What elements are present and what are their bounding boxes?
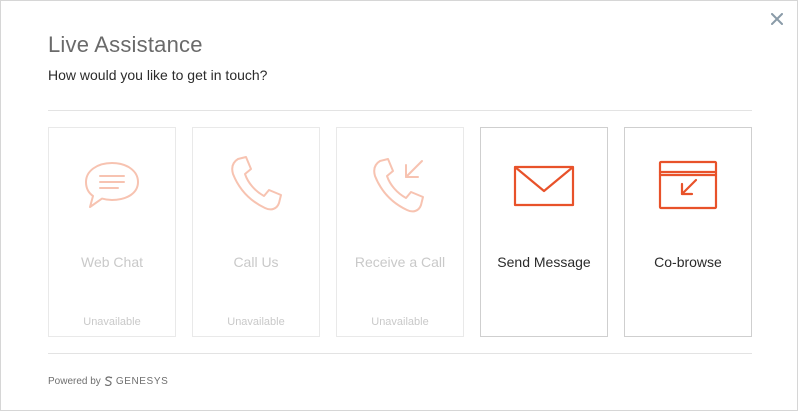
phone-icon [193,150,319,220]
contact-options: Web Chat Unavailable Call Us Unavailable [48,127,752,337]
option-web-chat: Web Chat Unavailable [48,127,176,337]
header-divider [48,110,752,111]
dialog-title: Live Assistance [48,32,203,57]
option-status: Unavailable [371,316,429,328]
option-receive-a-call: Receive a Call Unavailable [336,127,464,337]
chat-icon [49,150,175,220]
genesys-logo-icon [104,376,112,387]
option-label: Co-browse [654,254,722,270]
incoming-call-icon [337,150,463,220]
live-assistance-dialog: Live Assistance How would you like to ge… [0,0,798,411]
option-send-message[interactable]: Send Message [480,127,608,337]
close-button[interactable] [768,10,786,28]
option-label: Call Us [233,254,279,270]
footer: Powered by GENESYS [48,376,168,387]
close-icon [771,13,783,25]
option-status: Unavailable [227,316,285,328]
option-label: Receive a Call [354,254,446,270]
option-co-browse[interactable]: Co-browse [624,127,752,337]
option-call-us: Call Us Unavailable [192,127,320,337]
powered-by-label: Powered by [48,376,101,387]
brand-name: GENESYS [115,376,169,387]
option-label: Web Chat [81,254,143,270]
cobrowse-icon [625,150,751,220]
option-label: Send Message [497,254,591,270]
envelope-icon [481,150,607,220]
footer-divider [48,353,752,354]
dialog-subtitle: How would you like to get in touch? [48,67,268,83]
option-status: Unavailable [83,316,141,328]
